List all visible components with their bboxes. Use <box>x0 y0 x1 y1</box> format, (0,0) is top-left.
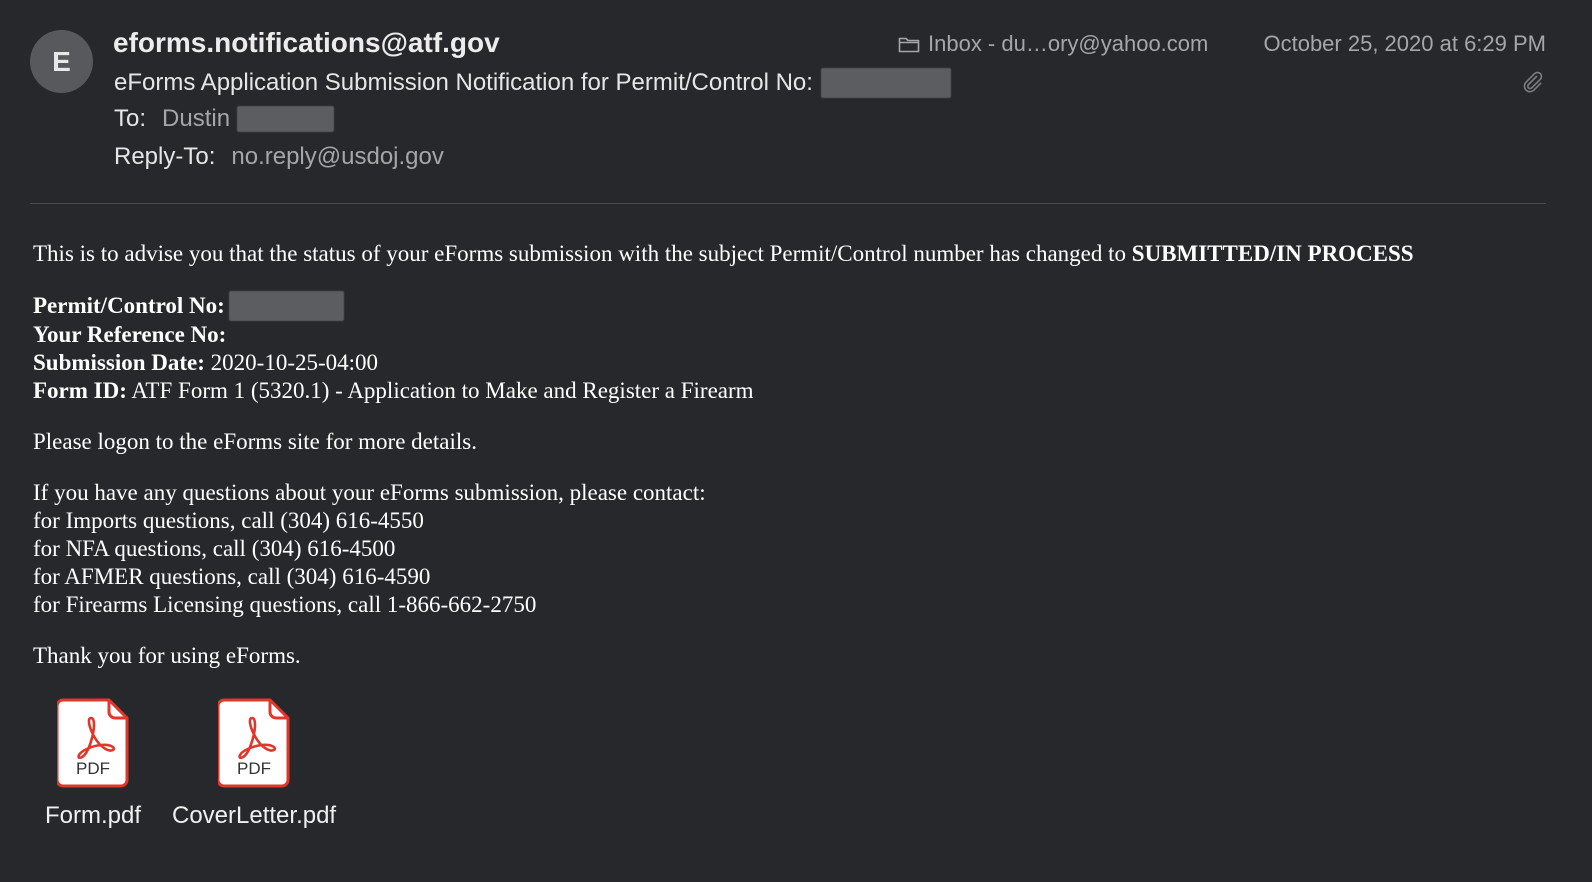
contact-intro: If you have any questions about your eFo… <box>33 480 706 505</box>
avatar-initial: E <box>52 45 71 77</box>
to-label: To: <box>114 105 147 132</box>
header-divider <box>30 203 1546 204</box>
folder-icon <box>898 37 920 53</box>
submission-date-value: 2020-10-25-04:00 <box>210 350 379 375</box>
pdf-badge: PDF <box>76 759 110 778</box>
contact-line: for Firearms Licensing questions, call 1… <box>33 592 537 617</box>
attachment-name: Form.pdf <box>45 802 142 829</box>
submission-date-line: Submission Date: 2020-10-25-04:00 <box>33 349 1553 377</box>
reply-to-row: Reply-To: no.reply@usdoj.gov <box>114 143 444 171</box>
mailbox-label: Inbox - du…ory@yahoo.com <box>928 31 1209 56</box>
redacted-permit-value <box>228 291 344 321</box>
submission-date-label: Submission Date: <box>33 350 205 375</box>
to-recipient[interactable]: Dustin <box>162 105 230 133</box>
contact-line: for Imports questions, call (304) 616-45… <box>33 508 424 533</box>
status-value: SUBMITTED/IN PROCESS <box>1131 241 1414 266</box>
pdf-file-icon: PDF <box>218 698 290 788</box>
reply-to-label: Reply-To: <box>114 143 216 170</box>
status-paragraph: This is to advise you that the status of… <box>33 240 1553 268</box>
redacted-recipient-lastname <box>237 106 335 132</box>
form-id-label: Form ID: <box>33 378 127 403</box>
email-date: October 25, 2020 at 6:29 PM <box>1263 31 1546 56</box>
permit-line: Permit/Control No: <box>33 291 1553 321</box>
subject-text: eForms Application Submission Notificati… <box>114 69 813 96</box>
thanks-paragraph: Thank you for using eForms. <box>33 643 301 668</box>
attachment-paperclip-icon[interactable] <box>1520 70 1544 94</box>
permit-label: Permit/Control No: <box>33 293 225 318</box>
reply-to-address[interactable]: no.reply@usdoj.gov <box>231 143 443 171</box>
logon-paragraph: Please logon to the eForms site for more… <box>33 429 477 454</box>
attachment-coverletter-pdf[interactable]: PDF CoverLetter.pdf <box>172 698 336 830</box>
contact-line: for AFMER questions, call (304) 616-4590 <box>33 564 431 589</box>
contact-line: for NFA questions, call (304) 616-4500 <box>33 536 396 561</box>
reference-line: Your Reference No: <box>33 321 1553 349</box>
mailbox-location[interactable]: Inbox - du…ory@yahoo.com <box>898 31 1208 57</box>
pdf-file-icon: PDF <box>57 698 129 788</box>
attachment-name: CoverLetter.pdf <box>172 802 337 829</box>
to-row: To: Dustin <box>114 105 335 133</box>
reference-label: Your Reference No: <box>33 322 227 347</box>
attachment-form-pdf[interactable]: PDF Form.pdf <box>45 698 141 830</box>
email-body: This is to advise you that the status of… <box>33 240 1553 670</box>
email-subject: eForms Application Submission Notificati… <box>114 68 951 98</box>
email-message-view: E eforms.notifications@atf.gov eForms Ap… <box>0 0 1592 882</box>
form-id-line: Form ID: ATF Form 1 (5320.1) - Applicati… <box>33 377 1553 405</box>
form-id-value: ATF Form 1 (5320.1) - Application to Mak… <box>131 378 754 403</box>
sender-address[interactable]: eforms.notifications@atf.gov <box>113 27 500 59</box>
redacted-permit-number <box>820 68 951 98</box>
status-intro-text: This is to advise you that the status of… <box>33 241 1132 266</box>
pdf-badge: PDF <box>237 759 271 778</box>
sender-avatar: E <box>30 30 93 93</box>
